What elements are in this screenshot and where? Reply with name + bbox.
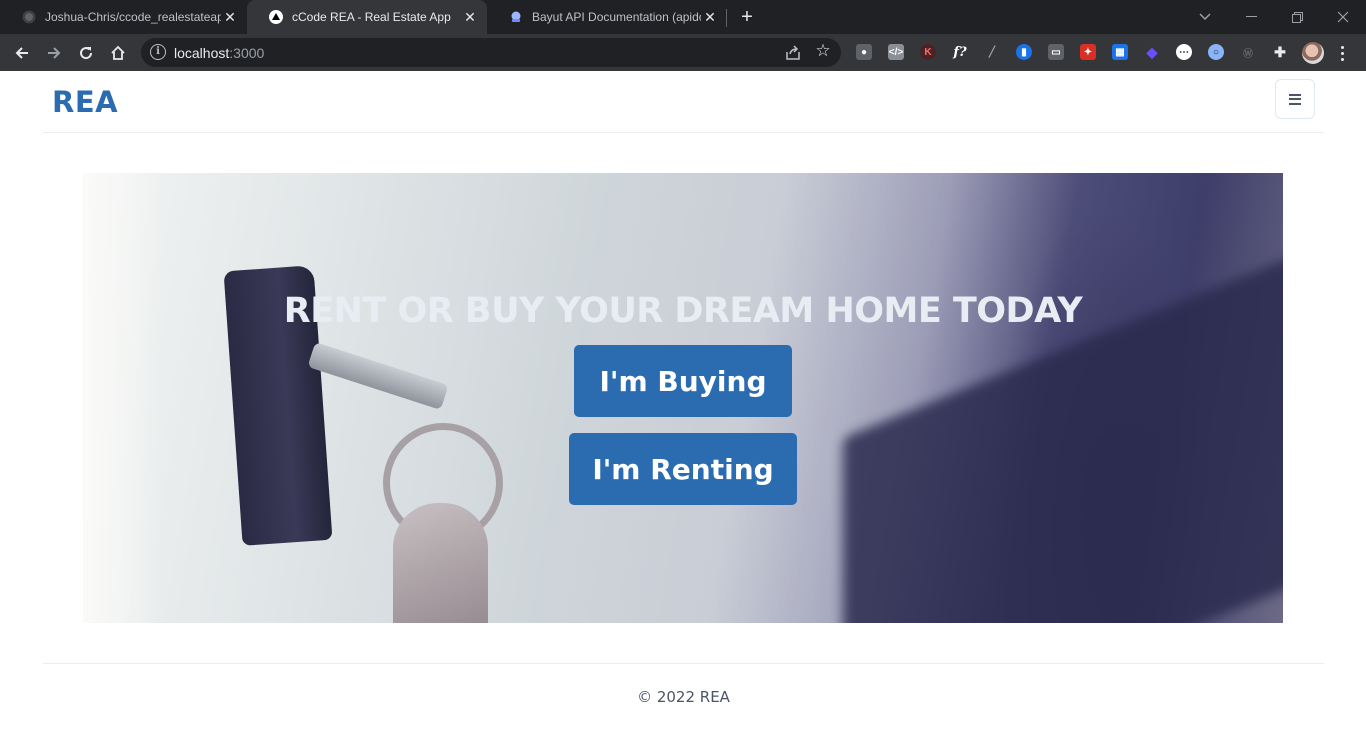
tab-title: cCode REA - Real Estate App [292,10,451,24]
font-extension-icon[interactable]: f? [952,44,968,60]
browser-tab-strip: Joshua-Chris/ccode_realestateap ✕ cCode … [0,0,1366,34]
window-extension-icon[interactable]: ▭ [1048,44,1064,60]
site-logo-link[interactable]: REA [52,85,118,119]
minimize-icon[interactable] [1228,0,1274,34]
bookmark-star-icon[interactable]: ☆ [813,41,833,61]
bookmark-extension-icon[interactable]: ▮ [1016,44,1032,60]
reload-icon[interactable] [73,40,99,66]
site-info-icon[interactable]: i [150,44,166,60]
tab-title: Joshua-Chris/ccode_realestateap [45,10,221,24]
new-tab-icon[interactable]: + [736,6,758,28]
hamburger-menu-button[interactable] [1275,79,1315,119]
hero-banner: RENT OR BUY YOUR DREAM HOME TODAY I'm Bu… [83,173,1283,623]
close-tab-icon[interactable]: ✕ [461,8,479,26]
address-bar[interactable]: i localhost:3000 ☆ [141,38,841,67]
hero-key-shaft [307,342,449,410]
share-icon[interactable] [783,43,803,63]
camera-extension-icon[interactable]: ● [856,44,872,60]
browser-toolbar: i localhost:3000 ☆ ● </> K f? ╱ ▮ ▭ ✦ ▦ … [0,34,1366,71]
hamburger-icon [1289,93,1301,96]
renting-button[interactable]: I'm Renting [569,433,797,505]
nextjs-icon [269,10,283,24]
browser-tab-bayut[interactable]: Bayut API Documentation (apido ✕ [487,0,727,34]
browser-menu-icon[interactable] [1336,42,1348,64]
close-tab-icon[interactable]: ✕ [221,8,239,26]
restore-icon[interactable] [1274,0,1320,34]
buying-button[interactable]: I'm Buying [574,345,792,417]
tab-search-icon[interactable] [1182,0,1228,34]
web-page: REA RENT OR BUY YOUR DREAM HOME TODAY I'… [0,71,1366,735]
close-tab-icon[interactable]: ✕ [701,8,719,26]
extensions-puzzle-icon[interactable]: ✚ [1272,44,1288,60]
eyedropper-extension-icon[interactable]: ╱ [984,44,1000,60]
home-icon[interactable] [105,40,131,66]
k-extension-icon[interactable]: K [920,44,936,60]
puzzle-red-extension-icon[interactable]: ✦ [1080,44,1096,60]
address-host: localhost [174,45,230,61]
address-port: :3000 [229,45,265,61]
rapidapi-icon [509,10,523,24]
browser-tab-github[interactable]: Joshua-Chris/ccode_realestateap ✕ [0,0,247,34]
wordpress-extension-icon[interactable]: Ⓦ [1240,44,1256,60]
site-footer: © 2022 REA [43,663,1324,735]
address-url[interactable]: localhost:3000 [174,45,264,61]
code-extension-icon[interactable]: </> [888,44,904,60]
profile-avatar[interactable] [1302,42,1324,64]
copyright-text: © 2022 REA [637,688,730,706]
diamond-extension-icon[interactable]: ◆ [1144,44,1160,60]
forward-icon[interactable] [41,40,67,66]
hero-background-image [83,173,163,623]
hero-title: RENT OR BUY YOUR DREAM HOME TODAY [283,291,1083,331]
browser-tab-active[interactable]: cCode REA - Real Estate App ✕ [247,0,487,34]
circle-extension-icon[interactable]: ○ [1208,44,1224,60]
trello-extension-icon[interactable]: ▦ [1112,44,1128,60]
github-icon [22,10,36,24]
tab-separator [726,9,727,27]
hero-key-body [393,503,488,623]
tab-title: Bayut API Documentation (apido [532,10,701,24]
back-icon[interactable] [9,40,35,66]
dots-extension-icon[interactable]: ⋯ [1176,44,1192,60]
site-navbar: REA [43,71,1324,133]
close-window-icon[interactable] [1320,0,1366,34]
